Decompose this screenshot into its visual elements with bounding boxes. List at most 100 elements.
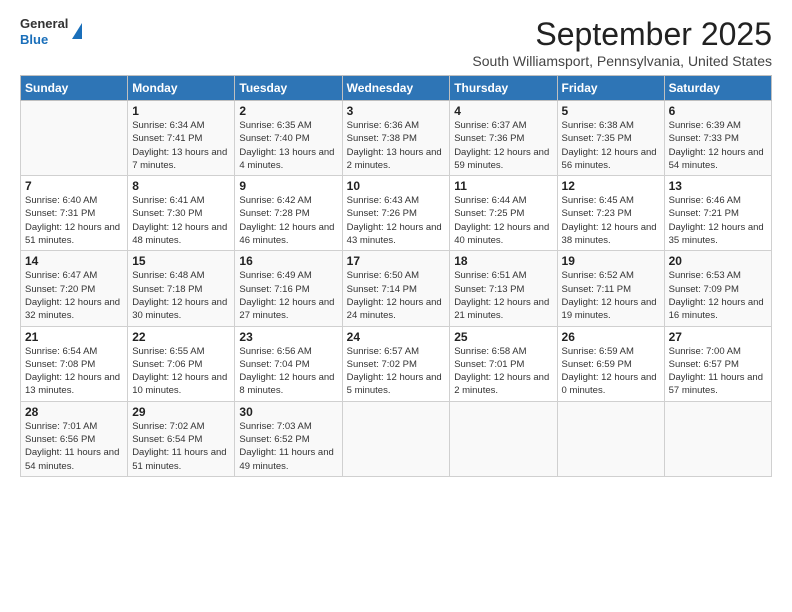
calendar-day: 27Sunrise: 7:00 AMSunset: 6:57 PMDayligh… (664, 326, 771, 401)
calendar-day: 17 Sunrise: 6:50 AMSunset: 7:14 PMDayligh… (342, 251, 450, 326)
calendar-day: 19 Sunrise: 6:52 AMSunset: 7:11 PMDayligh… (557, 251, 664, 326)
day-info: Sunrise: 6:52 AMSunset: 7:11 PMDaylight:… (562, 270, 657, 321)
day-info: Sunrise: 6:44 AMSunset: 7:25 PMDaylight:… (454, 195, 549, 246)
calendar-day: 3Sunrise: 6:36 AMSunset: 7:38 PMDaylight… (342, 101, 450, 176)
day-number: 13 (669, 179, 767, 193)
day-number: 16 (239, 254, 337, 268)
day-number: 21 (25, 330, 123, 344)
day-number: 1 (132, 104, 230, 118)
calendar-week-3: 21 Sunrise: 6:54 AMSunset: 7:08 PMDayligh… (21, 326, 772, 401)
calendar-header: Sunday Monday Tuesday Wednesday Thursday… (21, 76, 772, 101)
day-info: Sunrise: 7:02 AMSunset: 6:54 PMDaylight:… (132, 421, 226, 472)
calendar-day: 9 Sunrise: 6:42 AMSunset: 7:28 PMDaylight… (235, 176, 342, 251)
day-info: Sunrise: 6:37 AMSunset: 7:36 PMDaylight:… (454, 120, 549, 171)
calendar-day: 29 Sunrise: 7:02 AMSunset: 6:54 PMDayligh… (128, 401, 235, 476)
day-number: 5 (562, 104, 660, 118)
day-number: 27 (669, 330, 767, 344)
day-info: Sunrise: 6:56 AMSunset: 7:04 PMDaylight:… (239, 346, 334, 397)
calendar-day: 16 Sunrise: 6:49 AMSunset: 7:16 PMDayligh… (235, 251, 342, 326)
day-number: 10 (347, 179, 446, 193)
logo-blue-text: Blue (20, 32, 68, 48)
calendar-day (664, 401, 771, 476)
location: South Williamsport, Pennsylvania, United… (472, 53, 772, 69)
day-info: Sunrise: 6:39 AMSunset: 7:33 PMDaylight:… (669, 120, 764, 171)
day-number: 28 (25, 405, 123, 419)
calendar-day: 10 Sunrise: 6:43 AMSunset: 7:26 PMDayligh… (342, 176, 450, 251)
calendar-day: 30 Sunrise: 7:03 AMSunset: 6:52 PMDayligh… (235, 401, 342, 476)
calendar-day (342, 401, 450, 476)
day-info: Sunrise: 6:55 AMSunset: 7:06 PMDaylight:… (132, 346, 227, 397)
day-number: 17 (347, 254, 446, 268)
day-info: Sunrise: 6:47 AMSunset: 7:20 PMDaylight:… (25, 270, 120, 321)
day-number: 26 (562, 330, 660, 344)
calendar-day: 4Sunrise: 6:37 AMSunset: 7:36 PMDaylight… (450, 101, 557, 176)
header: General Blue September 2025 South Willia… (20, 16, 772, 69)
day-number: 7 (25, 179, 123, 193)
calendar-day: 23 Sunrise: 6:56 AMSunset: 7:04 PMDayligh… (235, 326, 342, 401)
day-number: 30 (239, 405, 337, 419)
calendar-day (557, 401, 664, 476)
day-number: 9 (239, 179, 337, 193)
day-number: 8 (132, 179, 230, 193)
day-info: Sunrise: 6:42 AMSunset: 7:28 PMDaylight:… (239, 195, 334, 246)
day-number: 6 (669, 104, 767, 118)
day-number: 18 (454, 254, 552, 268)
calendar-day: 1Sunrise: 6:34 AMSunset: 7:41 PMDaylight… (128, 101, 235, 176)
day-info: Sunrise: 6:54 AMSunset: 7:08 PMDaylight:… (25, 346, 120, 397)
day-info: Sunrise: 6:45 AMSunset: 7:23 PMDaylight:… (562, 195, 657, 246)
col-saturday: Saturday (664, 76, 771, 101)
title-block: September 2025 South Williamsport, Penns… (472, 16, 772, 69)
col-sunday: Sunday (21, 76, 128, 101)
logo-general-text: General (20, 16, 68, 32)
calendar-day: 21 Sunrise: 6:54 AMSunset: 7:08 PMDayligh… (21, 326, 128, 401)
calendar-week-0: 1Sunrise: 6:34 AMSunset: 7:41 PMDaylight… (21, 101, 772, 176)
calendar-day: 20 Sunrise: 6:53 AMSunset: 7:09 PMDayligh… (664, 251, 771, 326)
calendar-week-4: 28 Sunrise: 7:01 AMSunset: 6:56 PMDayligh… (21, 401, 772, 476)
col-wednesday: Wednesday (342, 76, 450, 101)
calendar-day: 11Sunrise: 6:44 AMSunset: 7:25 PMDayligh… (450, 176, 557, 251)
calendar-day: 14Sunrise: 6:47 AMSunset: 7:20 PMDayligh… (21, 251, 128, 326)
calendar-day: 28 Sunrise: 7:01 AMSunset: 6:56 PMDayligh… (21, 401, 128, 476)
day-number: 29 (132, 405, 230, 419)
calendar-body: 1Sunrise: 6:34 AMSunset: 7:41 PMDaylight… (21, 101, 772, 477)
day-number: 23 (239, 330, 337, 344)
day-info: Sunrise: 6:49 AMSunset: 7:16 PMDaylight:… (239, 270, 334, 321)
calendar-day: 8 Sunrise: 6:41 AMSunset: 7:30 PMDaylight… (128, 176, 235, 251)
calendar-day: 7 Sunrise: 6:40 AMSunset: 7:31 PMDaylight… (21, 176, 128, 251)
calendar-container: General Blue September 2025 South Willia… (0, 0, 792, 487)
calendar-day: 22Sunrise: 6:55 AMSunset: 7:06 PMDayligh… (128, 326, 235, 401)
day-info: Sunrise: 6:40 AMSunset: 7:31 PMDaylight:… (25, 195, 120, 246)
day-info: Sunrise: 6:51 AMSunset: 7:13 PMDaylight:… (454, 270, 549, 321)
day-number: 20 (669, 254, 767, 268)
day-number: 15 (132, 254, 230, 268)
calendar-week-2: 14Sunrise: 6:47 AMSunset: 7:20 PMDayligh… (21, 251, 772, 326)
day-info: Sunrise: 7:01 AMSunset: 6:56 PMDaylight:… (25, 421, 119, 472)
day-info: Sunrise: 6:50 AMSunset: 7:14 PMDaylight:… (347, 270, 442, 321)
calendar-day (450, 401, 557, 476)
day-info: Sunrise: 6:38 AMSunset: 7:35 PMDaylight:… (562, 120, 657, 171)
calendar-day: 15 Sunrise: 6:48 AMSunset: 7:18 PMDayligh… (128, 251, 235, 326)
day-info: Sunrise: 6:43 AMSunset: 7:26 PMDaylight:… (347, 195, 442, 246)
calendar-day: 12 Sunrise: 6:45 AMSunset: 7:23 PMDayligh… (557, 176, 664, 251)
day-number: 3 (347, 104, 446, 118)
day-info: Sunrise: 6:59 AMSunset: 6:59 PMDaylight:… (562, 346, 657, 397)
day-number: 12 (562, 179, 660, 193)
col-monday: Monday (128, 76, 235, 101)
day-info: Sunrise: 6:48 AMSunset: 7:18 PMDaylight:… (132, 270, 227, 321)
day-number: 19 (562, 254, 660, 268)
calendar-week-1: 7 Sunrise: 6:40 AMSunset: 7:31 PMDaylight… (21, 176, 772, 251)
day-info: Sunrise: 6:53 AMSunset: 7:09 PMDaylight:… (669, 270, 764, 321)
day-info: Sunrise: 6:41 AMSunset: 7:30 PMDaylight:… (132, 195, 227, 246)
day-info: Sunrise: 7:03 AMSunset: 6:52 PMDaylight:… (239, 421, 333, 472)
calendar-day: 2Sunrise: 6:35 AMSunset: 7:40 PMDaylight… (235, 101, 342, 176)
col-thursday: Thursday (450, 76, 557, 101)
day-info: Sunrise: 6:35 AMSunset: 7:40 PMDaylight:… (239, 120, 334, 171)
calendar-day (21, 101, 128, 176)
month-title: September 2025 (472, 16, 772, 53)
day-info: Sunrise: 6:57 AMSunset: 7:02 PMDaylight:… (347, 346, 442, 397)
logo-triangle-icon (72, 23, 82, 39)
calendar-day: 24 Sunrise: 6:57 AMSunset: 7:02 PMDayligh… (342, 326, 450, 401)
day-number: 24 (347, 330, 446, 344)
calendar-day: 6 Sunrise: 6:39 AMSunset: 7:33 PMDaylight… (664, 101, 771, 176)
calendar-day: 26 Sunrise: 6:59 AMSunset: 6:59 PMDayligh… (557, 326, 664, 401)
